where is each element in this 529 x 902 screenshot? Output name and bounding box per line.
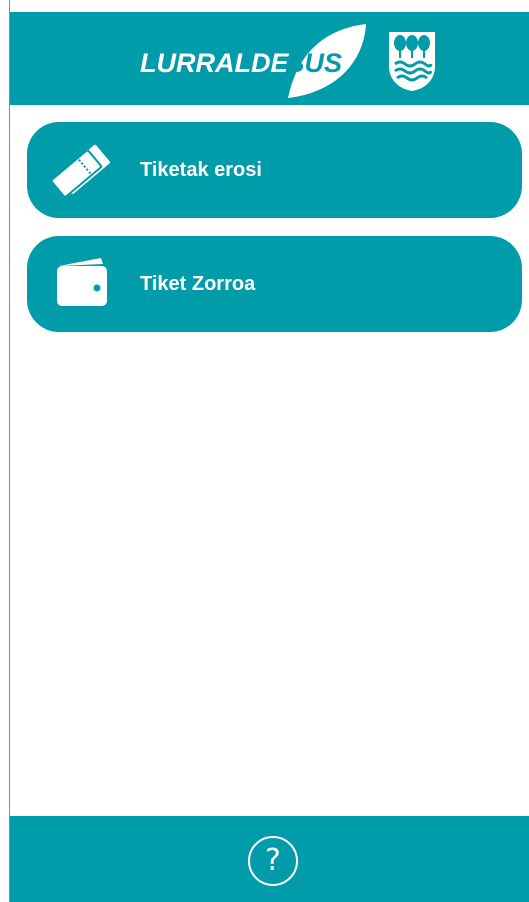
lurraldebus-logo: LURRALDE BUS — [138, 20, 368, 100]
app-header: LURRALDE BUS — [10, 12, 529, 105]
app-footer: ? — [10, 816, 529, 902]
lurraldebus-logo-graphic: LURRALDE BUS — [140, 24, 366, 98]
gipuzkoa-coat-of-arms-icon — [387, 30, 437, 92]
main-content: Tiketak erosi Tiket Zorroa — [10, 105, 529, 816]
ticket-wallet-button[interactable]: Tiket Zorroa — [27, 236, 522, 332]
wallet-icon — [49, 254, 113, 314]
status-strip — [10, 0, 529, 12]
window-edge — [0, 0, 10, 902]
help-icon: ? — [265, 843, 281, 878]
ticket-wallet-label: Tiket Zorroa — [140, 273, 256, 295]
help-button[interactable]: ? — [248, 836, 298, 886]
ticket-icon — [49, 140, 113, 200]
buy-tickets-label: Tiketak erosi — [140, 159, 262, 181]
app-screen: LURRALDE BUS Tiketak erosi Tiket Zorroa … — [0, 0, 529, 902]
brand-text-lurralde: LURRALDE — [140, 48, 289, 78]
brand-text-bus: BUS — [285, 48, 342, 78]
buy-tickets-button[interactable]: Tiketak erosi — [27, 122, 522, 218]
